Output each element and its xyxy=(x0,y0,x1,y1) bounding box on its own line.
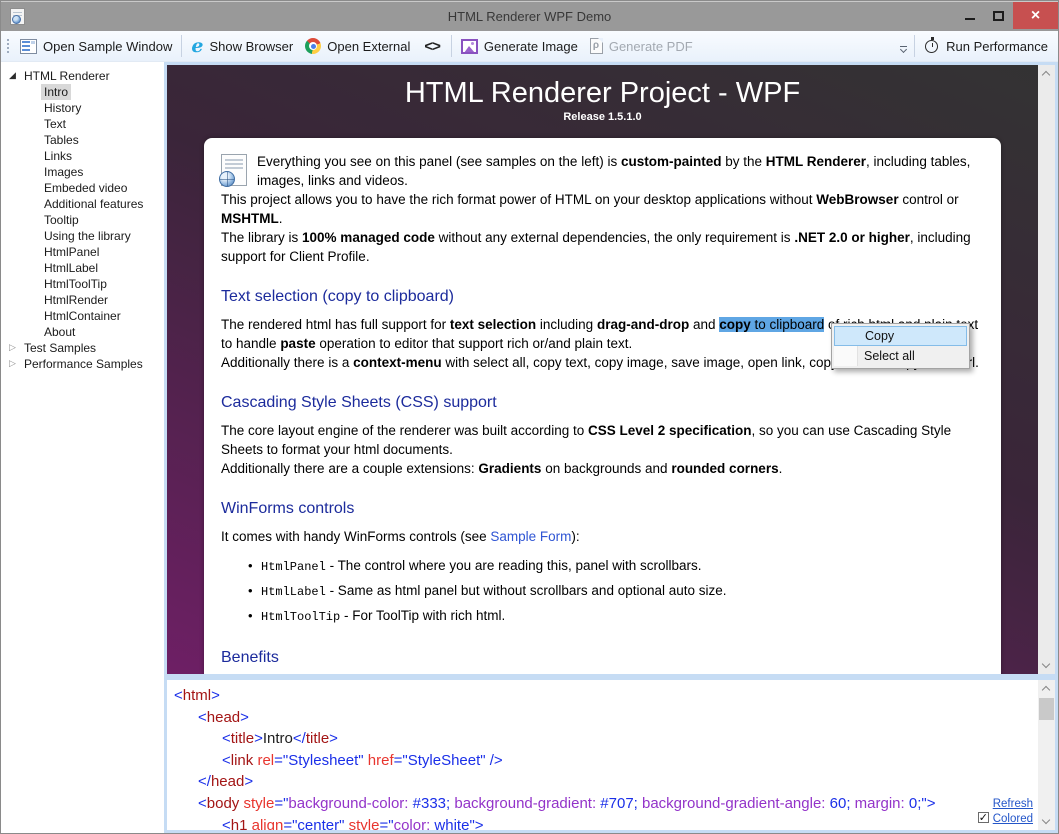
section-heading-winforms: WinForms controls xyxy=(221,499,984,518)
chevron-down-icon xyxy=(900,46,907,53)
winforms-list: HtmlPanel - The control where you are re… xyxy=(221,556,984,627)
tree-item-htmllabel[interactable]: HtmlLabel xyxy=(1,260,164,276)
code-line: <body style="background-color: #333; bac… xyxy=(174,793,1035,815)
scroll-up-button[interactable] xyxy=(1038,680,1055,697)
chevron-up-icon xyxy=(1041,71,1049,79)
tree-expanded-icon[interactable]: ◢ xyxy=(9,71,21,81)
html-render-panel[interactable]: HTML Renderer Project - WPF Release 1.5.… xyxy=(164,62,1058,677)
toolbar-overflow-button[interactable] xyxy=(900,46,907,53)
tree-item-tables[interactable]: Tables xyxy=(1,132,164,148)
tree-item-embeded-video[interactable]: Embeded video xyxy=(1,180,164,196)
scroll-down-button[interactable] xyxy=(1038,813,1055,830)
maximize-button[interactable] xyxy=(984,2,1013,29)
toolbar-grip[interactable] xyxy=(5,37,10,55)
code-line: <h1 align="center" style="color: white"> xyxy=(174,815,1035,833)
list-item: HtmlPanel - The control where you are re… xyxy=(261,556,984,577)
chevron-down-icon xyxy=(1041,816,1049,824)
tree-item-images[interactable]: Images xyxy=(1,164,164,180)
titlebar: HTML Renderer WPF Demo × xyxy=(1,1,1058,31)
open-external-button[interactable]: Open External xyxy=(299,35,416,57)
html-panel-scrollbar[interactable] xyxy=(1038,65,1055,674)
tree-item-history[interactable]: History xyxy=(1,100,164,116)
refresh-link[interactable]: Refresh xyxy=(993,798,1033,810)
minimize-icon xyxy=(965,18,975,20)
close-icon: × xyxy=(1031,8,1040,24)
sample-form-link[interactable]: Sample Form xyxy=(490,529,571,544)
tree-item-about[interactable]: About xyxy=(1,324,164,340)
section-heading-benefits: Benefits xyxy=(221,648,984,667)
tree-item-text[interactable]: Text xyxy=(1,116,164,132)
window-title: HTML Renderer WPF Demo xyxy=(1,9,1058,24)
tree-collapsed-icon[interactable]: ▷ xyxy=(9,343,21,353)
tree-item-using-the-library[interactable]: Using the library xyxy=(1,228,164,244)
section-heading-text-selection: Text selection (copy to clipboard) xyxy=(221,287,984,306)
scrollbar-thumb[interactable] xyxy=(1039,698,1054,720)
minimize-button[interactable] xyxy=(955,2,984,29)
section-heading-css: Cascading Style Sheets (CSS) support xyxy=(221,393,984,412)
code-line: <head> xyxy=(174,707,1035,729)
tree-item-links[interactable]: Links xyxy=(1,148,164,164)
tree-item-htmlcontainer[interactable]: HtmlContainer xyxy=(1,308,164,324)
app-window: HTML Renderer WPF Demo × Open Sample Win… xyxy=(0,0,1059,834)
page-title: HTML Renderer Project - WPF xyxy=(167,77,1038,110)
ie-browser-icon: e xyxy=(191,39,203,54)
tree-collapsed-icon[interactable]: ▷ xyxy=(9,359,21,369)
tree-item-htmltooltip[interactable]: HtmlToolTip xyxy=(1,276,164,292)
toolbar-separator xyxy=(451,35,452,57)
chevron-up-icon xyxy=(1041,686,1049,694)
tree-item-htmlpanel[interactable]: HtmlPanel xyxy=(1,244,164,260)
view-source-button[interactable]: <> xyxy=(416,35,448,58)
chevron-down-icon xyxy=(1041,660,1049,668)
tree-item-html-renderer[interactable]: ◢ HTML Renderer xyxy=(1,68,164,84)
css-paragraph: The core layout engine of the renderer w… xyxy=(221,421,984,478)
colored-link[interactable]: Colored xyxy=(993,813,1033,825)
colored-checkbox[interactable] xyxy=(978,812,989,823)
toolbar-separator xyxy=(914,35,915,57)
code-line: <title>Intro</title> xyxy=(174,728,1035,750)
content-card: Everything you see on this panel (see sa… xyxy=(204,138,1001,674)
close-button[interactable]: × xyxy=(1013,2,1058,29)
code-line: <html> xyxy=(174,685,1035,707)
toolbar: Open Sample Window e Show Browser Open E… xyxy=(1,31,1058,62)
context-menu: Copy Select all xyxy=(831,323,970,369)
context-menu-select-all[interactable]: Select all xyxy=(834,346,967,366)
code-line: <link rel="Stylesheet" href="StyleSheet"… xyxy=(174,750,1035,772)
tree-item-performance-samples[interactable]: ▷ Performance Samples xyxy=(1,356,164,372)
tree-item-intro[interactable]: Intro xyxy=(1,84,164,100)
tree-item-htmlrender[interactable]: HtmlRender xyxy=(1,292,164,308)
list-item: HtmlToolTip - For ToolTip with rich html… xyxy=(261,606,984,627)
html-source-editor[interactable]: <html> <head> <title>Intro</title> <link… xyxy=(164,677,1058,833)
code-line: </head> xyxy=(174,771,1035,793)
scroll-down-button[interactable] xyxy=(1038,657,1055,674)
code-icon: <> xyxy=(422,38,442,55)
intro-paragraph: Everything you see on this panel (see sa… xyxy=(221,152,984,266)
release-label: Release 1.5.1.0 xyxy=(167,111,1038,123)
sample-window-icon xyxy=(20,39,37,54)
run-performance-button[interactable]: Run Performance xyxy=(918,34,1054,58)
list-item: HtmlLabel - Same as html panel but witho… xyxy=(261,581,984,602)
show-browser-button[interactable]: e Show Browser xyxy=(185,36,299,57)
tree-item-test-samples[interactable]: ▷ Test Samples xyxy=(1,340,164,356)
tree-item-additional-features[interactable]: Additional features xyxy=(1,196,164,212)
maximize-icon xyxy=(993,11,1004,21)
pdf-icon xyxy=(590,38,603,54)
page-globe-icon xyxy=(221,154,247,186)
toolbar-separator xyxy=(181,35,182,57)
scroll-up-button[interactable] xyxy=(1038,65,1055,82)
winforms-paragraph: It comes with handy WinForms controls (s… xyxy=(221,527,984,546)
context-menu-copy[interactable]: Copy xyxy=(834,326,967,346)
chrome-icon xyxy=(305,38,321,54)
code-panel-scrollbar[interactable] xyxy=(1038,680,1055,830)
samples-tree: ◢ HTML Renderer Intro History Text Table… xyxy=(1,62,164,833)
image-icon xyxy=(461,39,478,54)
stopwatch-icon xyxy=(924,37,940,55)
generate-pdf-button: Generate PDF xyxy=(584,35,699,57)
generate-image-button[interactable]: Generate Image xyxy=(455,36,584,57)
open-sample-window-button[interactable]: Open Sample Window xyxy=(14,36,178,57)
tree-item-tooltip[interactable]: Tooltip xyxy=(1,212,164,228)
